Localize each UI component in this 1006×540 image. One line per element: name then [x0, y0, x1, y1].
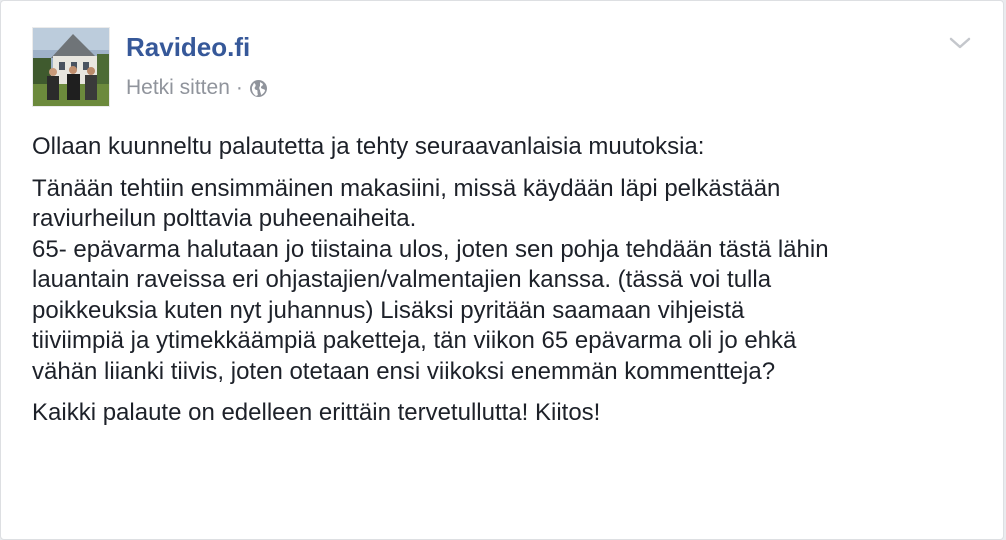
chevron-down-icon[interactable]	[947, 31, 973, 53]
post-body: Ollaan kuunneltu palautetta ja tehty seu…	[32, 132, 982, 440]
post-text-line: vähän liianki tiivis, joten otetaan ensi…	[32, 357, 776, 385]
post-paragraph-3: Kaikki palaute on edelleen erittäin terv…	[32, 398, 982, 429]
page-name-link[interactable]: Ravideo.fi	[126, 31, 250, 63]
post-timestamp[interactable]: Hetki sitten	[126, 75, 230, 101]
post-text-line: 65- epävarma halutaan jo tiistaina ulos,…	[32, 235, 829, 263]
post-text-line: Kaikki palaute on edelleen erittäin terv…	[32, 399, 601, 426]
post-text-line: raviurheilun polttavia puheenaiheita.	[32, 205, 417, 232]
post-text-line: poikkeuksia kuten nyt juhannus) Lisäksi …	[32, 296, 745, 324]
post-card: Ravideo.fi Hetki sitten · Ollaan kuunnel…	[0, 0, 1004, 540]
post-text-line: Ollaan kuunneltu palautetta ja tehty seu…	[32, 133, 705, 160]
meta-separator: ·	[235, 76, 243, 99]
post-text-line: Tänään tehtiin ensimmäinen makasiini, mi…	[32, 174, 781, 202]
post-text-line: tiiviimpiä ja ytimekkäämpiä paketteja, t…	[32, 327, 797, 354]
post-paragraph-1: Ollaan kuunneltu palautetta ja tehty seu…	[32, 132, 982, 163]
post-text-line: lauantain raveissa eri ohjastajien/valme…	[32, 266, 772, 293]
post-meta: Hetki sitten ·	[126, 75, 268, 101]
avatar-photo	[33, 28, 109, 106]
globe-icon[interactable]	[249, 79, 268, 98]
page-avatar[interactable]	[32, 27, 110, 107]
post-paragraph-2: Tänään tehtiin ensimmäinen makasiini, mi…	[32, 174, 982, 388]
